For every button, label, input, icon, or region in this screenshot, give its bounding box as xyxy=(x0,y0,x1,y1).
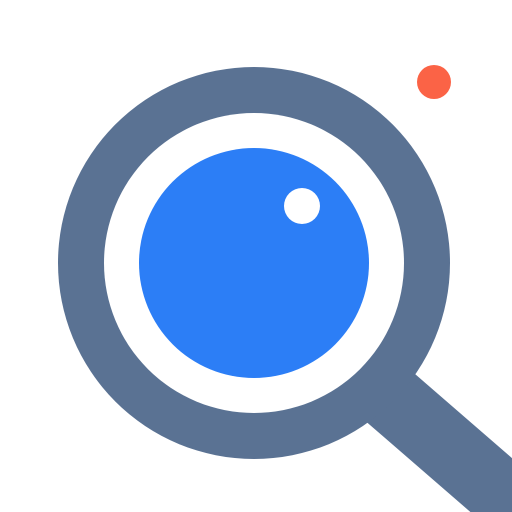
notification-dot xyxy=(417,65,451,99)
magnifier-handle xyxy=(362,367,512,512)
magnifier-lens xyxy=(139,148,369,378)
lens-highlight xyxy=(284,188,320,224)
search-app-icon[interactable] xyxy=(0,0,512,512)
magnifier-search-icon xyxy=(58,65,512,512)
